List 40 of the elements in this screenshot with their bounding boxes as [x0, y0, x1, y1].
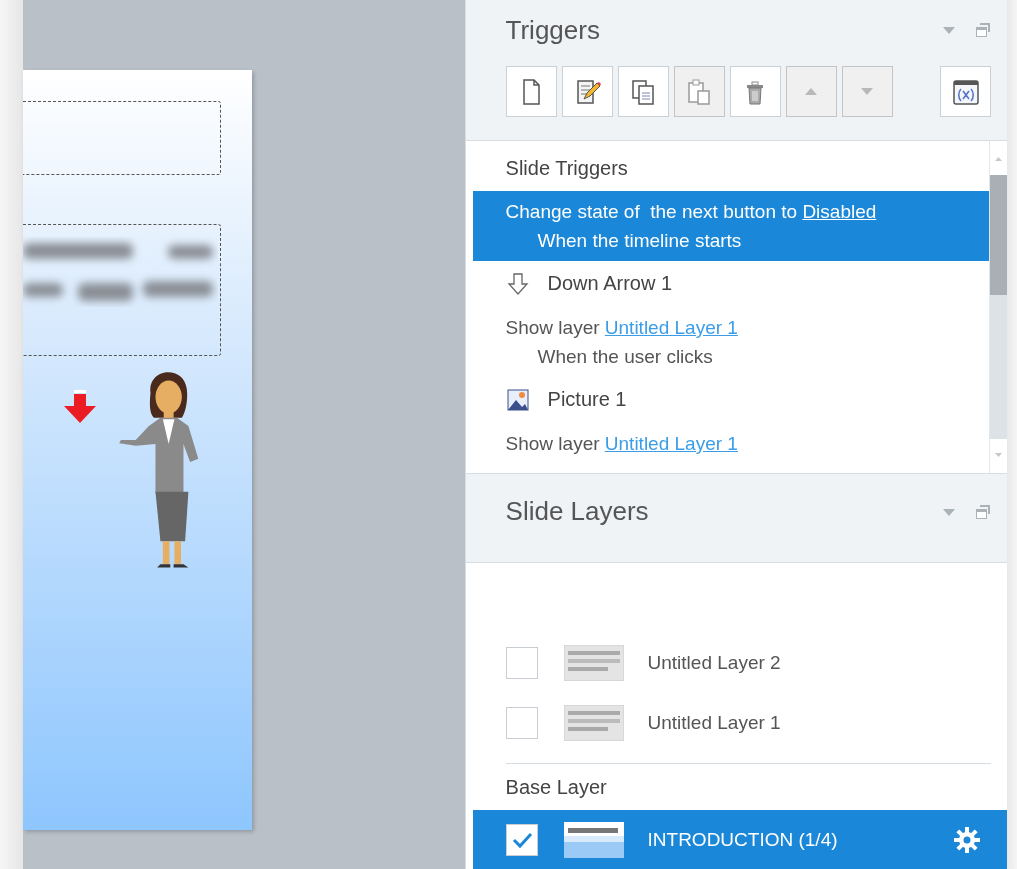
layer-row[interactable]: INTRODUCTION (1/4): [472, 810, 1007, 869]
settings-icon[interactable]: [953, 825, 981, 854]
trigger-link[interactable]: Untitled Layer 1: [604, 432, 738, 454]
restore-window-icon[interactable]: [975, 22, 991, 38]
panel-title: Triggers: [505, 14, 601, 46]
variables-button[interactable]: [940, 66, 991, 117]
trigger-action: Show layer: [505, 316, 601, 338]
section-heading: Base Layer: [504, 775, 608, 800]
copy-button[interactable]: [617, 66, 669, 117]
trigger-item[interactable]: Show layer Untitled Layer 1 When the user clicks: [472, 306, 989, 377]
section-heading: Slide Triggers: [504, 155, 629, 181]
visibility-checkbox[interactable]: [505, 823, 538, 856]
trigger-condition: When the timeline starts: [537, 228, 743, 253]
visibility-checkbox[interactable]: [505, 647, 538, 679]
object-name: Picture 1: [547, 388, 627, 412]
layer-name: INTRODUCTION (1/4): [647, 828, 839, 851]
panel-title: Slide Layers: [505, 496, 650, 528]
restore-window-icon[interactable]: [975, 503, 991, 520]
picture-icon: [505, 387, 530, 412]
visibility-checkbox[interactable]: [505, 707, 538, 739]
trigger-link[interactable]: Untitled Layer 1: [604, 316, 738, 338]
new-trigger-button[interactable]: [505, 66, 557, 117]
delete-button[interactable]: [729, 66, 781, 117]
triangle-down-icon: [861, 88, 874, 95]
edit-trigger-button[interactable]: [561, 66, 613, 117]
trigger-action: Show layer: [505, 432, 601, 454]
layer-row[interactable]: Untitled Layer 1: [465, 693, 1007, 753]
triangle-up-icon: [805, 88, 818, 95]
trigger-action: Change state of the next button to: [505, 200, 799, 222]
layer-name: Untitled Layer 1: [647, 712, 782, 734]
trigger-link[interactable]: Disabled: [802, 200, 877, 222]
object-name: Down Arrow 1: [547, 272, 673, 296]
trigger-item[interactable]: Show layer Untitled Layer 1: [472, 422, 989, 464]
arrow-down-icon: [63, 390, 97, 424]
trigger-item[interactable]: Change state of the next button to Disabled When the timeline starts: [472, 190, 989, 261]
scrollbar-thumb[interactable]: [990, 174, 1007, 295]
trigger-condition: When the user clicks: [537, 344, 714, 369]
down-arrow-icon: [505, 271, 530, 296]
layer-row[interactable]: Untitled Layer 2: [465, 633, 1007, 693]
layer-name: Untitled Layer 2: [647, 652, 782, 674]
